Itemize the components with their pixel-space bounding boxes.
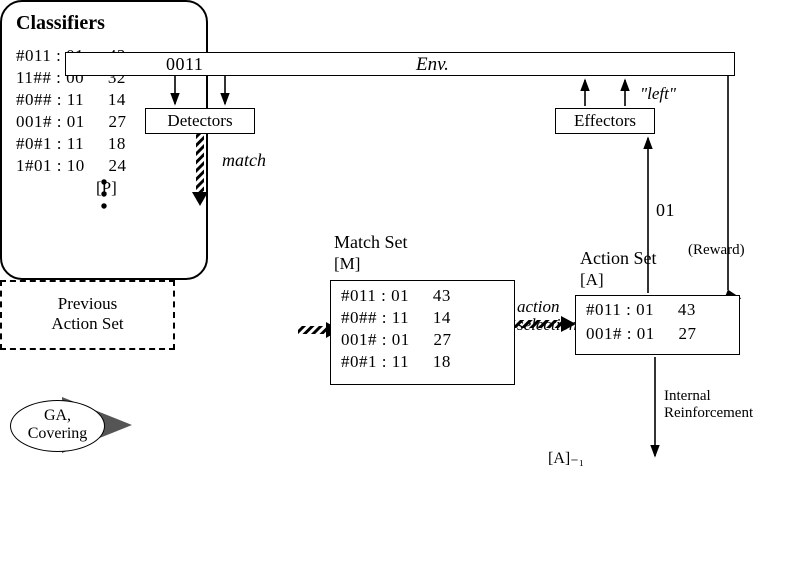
action-selection-label: action selection [517, 298, 577, 334]
m-label: [M] [334, 254, 360, 274]
action-set-row: 001# : 01 27 [576, 322, 739, 346]
reward-label: (Reward) [688, 242, 745, 259]
action-code: 01 [656, 200, 675, 221]
effectors-box: Effectors [555, 108, 655, 134]
match-set-panel: #011 : 01 43#0## : 11 14001# : 01 27#0#1… [330, 280, 515, 385]
detectors-label: Detectors [167, 111, 232, 130]
match-set-title: Match Set [334, 232, 408, 253]
action-set-row: #011 : 01 43 [576, 298, 739, 322]
ga-label: GA, Covering [28, 407, 88, 442]
action-set-title: Action Set [580, 248, 657, 269]
a-label: [A] [580, 270, 604, 290]
ga-covering-oval: GA, Covering [10, 400, 105, 452]
action-set-panel: #011 : 01 43001# : 01 27 [575, 295, 740, 355]
p-label: [P] [96, 178, 117, 198]
match-label: match [222, 150, 266, 171]
match-set-row: #0## : 11 14 [331, 307, 514, 329]
match-set-row: 001# : 01 27 [331, 329, 514, 351]
effectors-output: "left" [640, 84, 676, 104]
a-minus1-label: [A]₋₁ [548, 448, 584, 468]
match-set-row: #0#1 : 11 18 [331, 351, 514, 373]
match-set-row: #011 : 01 43 [331, 285, 514, 307]
detectors-box: Detectors [145, 108, 255, 134]
internal-reinforcement-label: Internal Reinforcement [664, 388, 753, 422]
effectors-label: Effectors [574, 111, 636, 130]
